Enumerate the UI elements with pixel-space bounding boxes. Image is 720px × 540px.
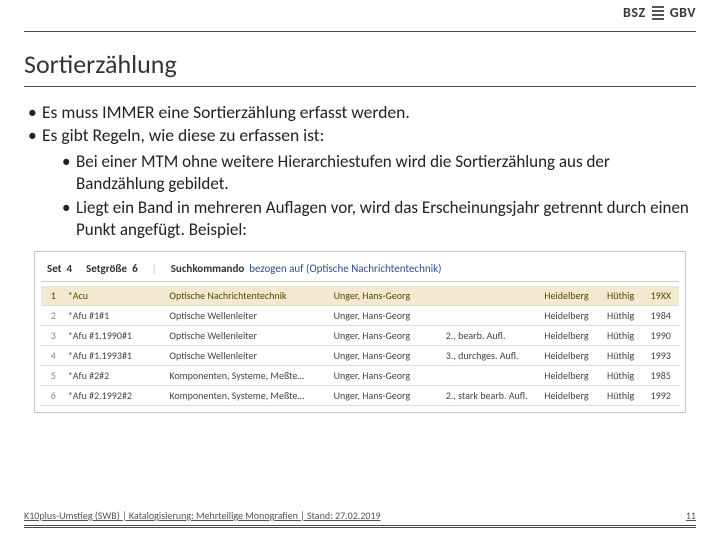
table-row[interactable]: 6*Afu #2.1992#2Komponenten, Systeme, Meß… <box>41 385 679 405</box>
brand-logo: BSZ GBV <box>623 4 696 21</box>
cell-author: Unger, Hans-Georg <box>328 345 440 365</box>
cell-yr: 1990 <box>645 325 679 345</box>
cell-pub: Hüthig <box>601 305 645 325</box>
cell-pub: Hüthig <box>601 286 645 306</box>
set-value: 4 <box>66 262 72 275</box>
cell-n: 6 <box>41 385 62 405</box>
page-number: 11 <box>686 509 696 522</box>
cell-n: 3 <box>41 325 62 345</box>
cell-code: *Afu #1.1990#1 <box>62 325 164 345</box>
cell-code: *Acu <box>62 286 164 306</box>
cell-pub: Hüthig <box>601 385 645 405</box>
footer-text: K10plus-Umstieg (SWB) | Katalogisierung:… <box>24 509 381 522</box>
cell-place: Heidelberg <box>538 325 601 345</box>
size-value: 6 <box>132 262 138 275</box>
cell-yr: 1992 <box>645 385 679 405</box>
cell-pub: Hüthig <box>601 365 645 385</box>
cell-n: 5 <box>41 365 62 385</box>
table-row[interactable]: 5*Afu #2#2Komponenten, Systeme, Meßte…Un… <box>41 365 679 385</box>
cell-pub: Hüthig <box>601 345 645 365</box>
cell-author: Unger, Hans-Georg <box>328 365 440 385</box>
cell-code: *Afu #2.1992#2 <box>62 385 164 405</box>
cell-place: Heidelberg <box>538 286 601 306</box>
page-title: Sortierzählung <box>24 48 696 87</box>
brand-gbv: GBV <box>670 4 696 21</box>
cell-code: *Afu #1#1 <box>62 305 164 325</box>
cell-n: 4 <box>41 345 62 365</box>
cell-author: Unger, Hans-Georg <box>328 385 440 405</box>
cell-place: Heidelberg <box>538 345 601 365</box>
footer-rule <box>24 525 696 528</box>
cell-place: Heidelberg <box>538 305 601 325</box>
cell-title: Optische Wellenleiter <box>163 305 327 325</box>
cell-place: Heidelberg <box>538 385 601 405</box>
cell-ed: 2., stark bearb. Aufl. <box>440 385 538 405</box>
cell-place: Heidelberg <box>538 365 601 385</box>
result-table: 1*AcuOptische NachrichtentechnikUnger, H… <box>41 286 679 406</box>
cell-title: Optische Wellenleiter <box>163 345 327 365</box>
cell-author: Unger, Hans-Georg <box>328 305 440 325</box>
set-label: Set <box>47 262 61 275</box>
cell-n: 1 <box>41 286 62 306</box>
subbullet-2: Liegt ein Band in mehreren Auflagen vor,… <box>76 197 696 241</box>
footer: K10plus-Umstieg (SWB) | Katalogisierung:… <box>24 509 696 522</box>
cell-code: *Afu #2#2 <box>62 365 164 385</box>
header-rule: BSZ GBV <box>24 12 696 32</box>
table-row[interactable]: 4*Afu #1.1993#1Optische WellenleiterUnge… <box>41 345 679 365</box>
cell-title: Optische Wellenleiter <box>163 325 327 345</box>
cell-ed: 3., durchges. Aufl. <box>440 345 538 365</box>
cmd-value: bezogen auf (Optische Nachrichtentechnik… <box>249 262 441 275</box>
bullet-2: Es gibt Regeln, wie diese zu erfassen is… <box>42 124 696 147</box>
cell-yr: 19XX <box>645 286 679 306</box>
cell-author: Unger, Hans-Georg <box>328 325 440 345</box>
cell-ed: 2., bearb. Aufl. <box>440 325 538 345</box>
cell-yr: 1993 <box>645 345 679 365</box>
size-label: Setgröße <box>86 262 127 275</box>
cell-title: Komponenten, Systeme, Meßte… <box>163 385 327 405</box>
cell-n: 2 <box>41 305 62 325</box>
cell-ed <box>440 286 538 306</box>
cmd-label: Suchkommando <box>171 262 245 275</box>
cell-pub: Hüthig <box>601 325 645 345</box>
cell-yr: 1985 <box>645 365 679 385</box>
cell-ed <box>440 365 538 385</box>
screenshot-panel: Set 4 Setgröße 6 | Suchkommando bezogen … <box>34 251 686 413</box>
body-text: Es muss IMMER eine Sortierzählung erfass… <box>24 101 696 241</box>
cell-ed <box>440 305 538 325</box>
cell-yr: 1984 <box>645 305 679 325</box>
brand-separator-icon <box>652 6 664 20</box>
table-row[interactable]: 1*AcuOptische NachrichtentechnikUnger, H… <box>41 286 679 306</box>
subbullet-1: Bei einer MTM ohne weitere Hierarchiestu… <box>76 151 696 195</box>
cell-title: Optische Nachrichtentechnik <box>163 286 327 306</box>
cell-title: Komponenten, Systeme, Meßte… <box>163 365 327 385</box>
cell-author: Unger, Hans-Georg <box>328 286 440 306</box>
table-row[interactable]: 3*Afu #1.1990#1Optische WellenleiterUnge… <box>41 325 679 345</box>
cell-code: *Afu #1.1993#1 <box>62 345 164 365</box>
table-row[interactable]: 2*Afu #1#1Optische WellenleiterUnger, Ha… <box>41 305 679 325</box>
brand-bsz: BSZ <box>623 4 646 21</box>
screenshot-header: Set 4 Setgröße 6 | Suchkommando bezogen … <box>41 258 679 282</box>
bullet-1: Es muss IMMER eine Sortierzählung erfass… <box>42 101 696 124</box>
